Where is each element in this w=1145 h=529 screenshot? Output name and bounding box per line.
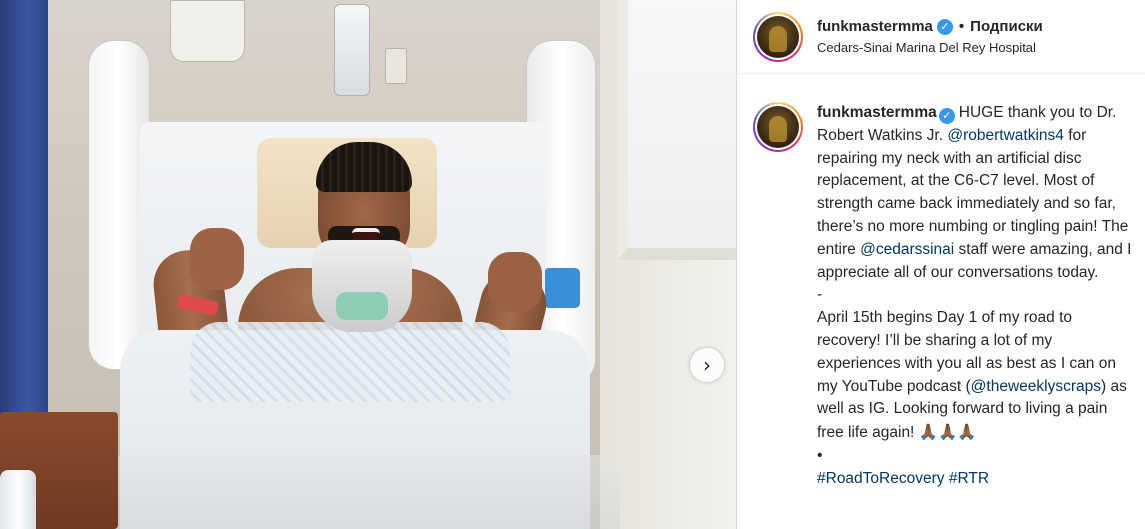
- avatar[interactable]: [757, 15, 799, 58]
- wall-outlet: [385, 48, 407, 84]
- verified-badge-icon: ✓: [936, 18, 953, 35]
- caption-dash: -: [817, 286, 823, 304]
- bed-control-panel: [544, 268, 580, 308]
- praying-hands-emoji: 🙏🏾🙏🏾🙏🏾: [918, 423, 977, 442]
- mention-link[interactable]: @theweeklyscraps: [971, 378, 1101, 395]
- window: [618, 0, 736, 260]
- follow-button[interactable]: Подписки: [970, 18, 1043, 35]
- mention-link[interactable]: @robertwatkins4: [947, 127, 1064, 144]
- right-fist: [488, 252, 542, 312]
- mention-link[interactable]: @cedarssinai: [860, 241, 954, 258]
- location-link[interactable]: Cedars-Sinai Marina Del Rey Hospital: [817, 40, 1043, 55]
- chevron-right-icon: ›: [703, 353, 711, 377]
- hospital-gown: [190, 322, 510, 402]
- post-photo[interactable]: ›: [0, 0, 736, 529]
- wall-device: [170, 0, 245, 62]
- post-header: funkmastermma ✓ • Подписки Cedars-Sinai …: [737, 0, 1145, 74]
- verified-badge-icon: ✓: [938, 108, 955, 124]
- username-link[interactable]: funkmastermma: [817, 18, 933, 35]
- hashtag-link[interactable]: #RTR: [949, 470, 989, 487]
- caption-avatar[interactable]: [757, 106, 799, 148]
- iv-bag: [334, 4, 370, 96]
- header-text: funkmastermma ✓ • Подписки Cedars-Sinai …: [817, 18, 1043, 55]
- separator-dot: •: [958, 18, 965, 35]
- neck-brace-vent: [336, 292, 388, 320]
- next-photo-button[interactable]: ›: [690, 348, 724, 382]
- caption-username-link[interactable]: funkmastermma: [817, 104, 937, 121]
- caption-part: for repairing my neck with an artificial…: [817, 126, 1129, 258]
- water-bottle: [0, 470, 36, 529]
- instagram-post: › funkmastermma ✓ • Подписки Cedars-Sina…: [0, 0, 1145, 529]
- left-fist: [190, 228, 244, 290]
- bed-foot: [100, 455, 620, 529]
- story-ring[interactable]: [753, 11, 803, 62]
- hashtag-link[interactable]: #RoadToRecovery: [817, 470, 945, 487]
- caption-story-ring[interactable]: [753, 102, 803, 152]
- caption-text: funkmastermma ✓ HUGE thank you to Dr. Robe…: [817, 102, 1133, 491]
- caption-bullet: •: [817, 446, 823, 464]
- post-sidebar: funkmastermma ✓ • Подписки Cedars-Sinai …: [736, 0, 1145, 529]
- header-line: funkmastermma ✓ • Подписки: [817, 18, 1043, 35]
- caption-block: funkmastermma ✓ HUGE thank you to Dr. Robe…: [737, 74, 1145, 491]
